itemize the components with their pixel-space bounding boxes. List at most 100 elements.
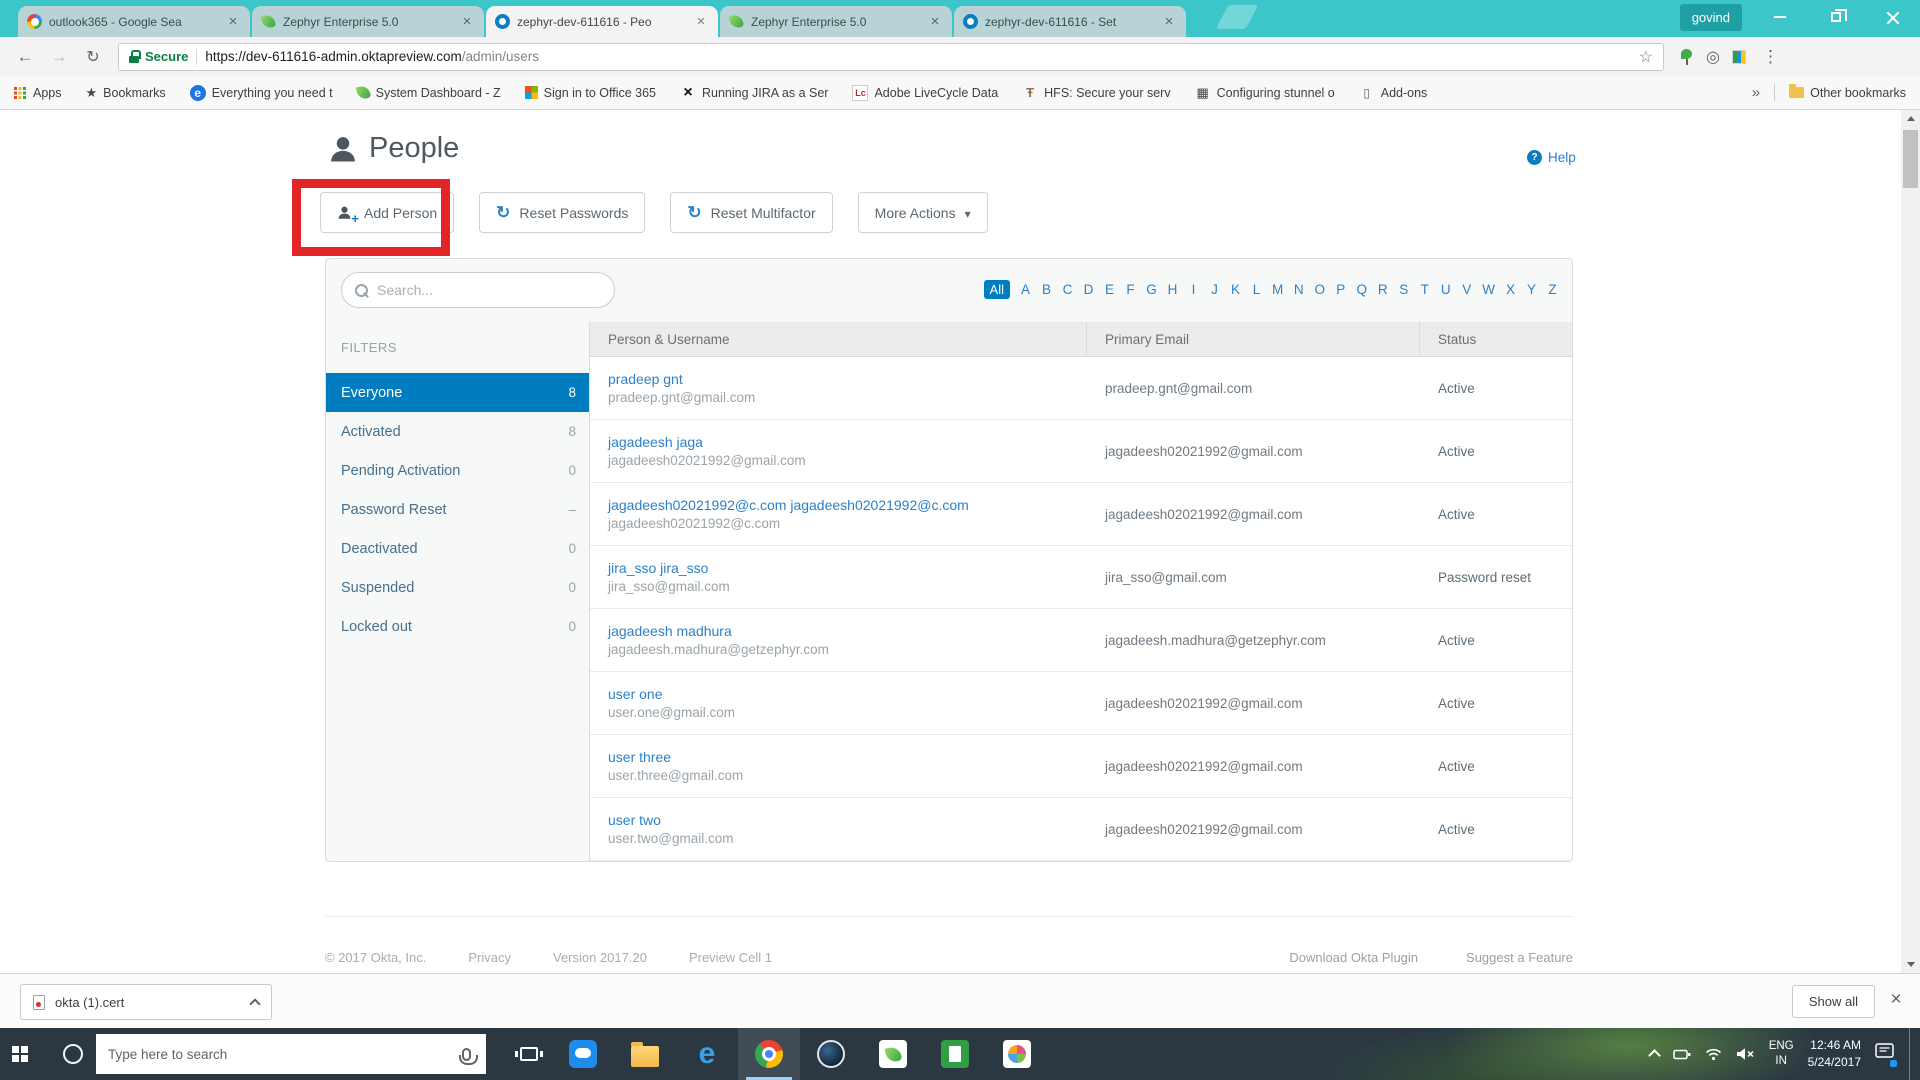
- alphabet-letter[interactable]: M: [1272, 282, 1283, 297]
- scroll-up-button[interactable]: [1901, 110, 1920, 127]
- back-button[interactable]: [10, 42, 40, 72]
- action-center-button[interactable]: [1875, 1043, 1895, 1065]
- person-name-link[interactable]: jagadeesh madhura: [608, 623, 732, 639]
- person-name-link[interactable]: jagadeesh jaga: [608, 434, 703, 450]
- zephyr-app-button[interactable]: [862, 1028, 924, 1080]
- bookmarks-shortcut[interactable]: Bookmarks: [86, 85, 166, 101]
- language-indicator[interactable]: ENG IN: [1769, 1039, 1794, 1069]
- tray-expand-icon[interactable]: [1648, 1049, 1661, 1062]
- bookmark-item[interactable]: Running JIRA as a Ser: [680, 85, 828, 101]
- filter-item[interactable]: Suspended 0: [326, 568, 589, 607]
- alphabet-letter[interactable]: Q: [1356, 282, 1367, 297]
- scroll-down-button[interactable]: [1901, 956, 1920, 973]
- alphabet-letter[interactable]: N: [1293, 282, 1304, 297]
- start-button[interactable]: [0, 1028, 48, 1080]
- forward-button[interactable]: [44, 42, 74, 72]
- download-item[interactable]: okta (1).cert: [20, 984, 272, 1020]
- green-doc-app-button[interactable]: [924, 1028, 986, 1080]
- shelf-close-icon[interactable]: [1884, 988, 1908, 1012]
- bookmark-item[interactable]: Add-ons: [1359, 85, 1428, 101]
- taskbar-clock[interactable]: 12:46 AM 5/24/2017: [1808, 1037, 1861, 1071]
- minimize-button[interactable]: [1752, 0, 1808, 34]
- alphabet-letter[interactable]: S: [1398, 282, 1409, 297]
- tab-close-icon[interactable]: [693, 14, 709, 30]
- page-scrollbar[interactable]: [1901, 110, 1920, 973]
- filter-item[interactable]: Locked out 0: [326, 607, 589, 646]
- alphabet-letter[interactable]: G: [1146, 282, 1157, 297]
- bookmark-item[interactable]: Sign in to Office 365: [525, 85, 656, 101]
- person-name-link[interactable]: jira_sso jira_sso: [608, 560, 708, 576]
- wifi-icon[interactable]: [1705, 1047, 1722, 1061]
- alphabet-letter[interactable]: X: [1505, 282, 1516, 297]
- scrollbar-thumb[interactable]: [1903, 130, 1918, 188]
- chevron-up-icon[interactable]: [249, 998, 260, 1009]
- cortana-button[interactable]: [50, 1028, 96, 1080]
- close-button[interactable]: [1864, 0, 1920, 34]
- taskbar-search-input[interactable]: [108, 1047, 454, 1062]
- new-tab-button[interactable]: [1216, 5, 1259, 29]
- browser-tab[interactable]: zephyr-dev-611616 - Peo: [486, 6, 718, 37]
- address-bar[interactable]: Secure https://dev-611616-admin.oktaprev…: [118, 43, 1664, 71]
- reload-button[interactable]: [78, 42, 108, 72]
- filter-item[interactable]: Pending Activation 0: [326, 451, 589, 490]
- alphabet-letter[interactable]: C: [1062, 282, 1073, 297]
- tab-close-icon[interactable]: [927, 14, 943, 30]
- taskbar-search-box[interactable]: [96, 1034, 486, 1074]
- alphabet-letter[interactable]: U: [1440, 282, 1451, 297]
- bookmark-item[interactable]: Configuring stunnel o: [1195, 85, 1335, 101]
- file-explorer-button[interactable]: [614, 1028, 676, 1080]
- edge-button[interactable]: e: [676, 1028, 738, 1080]
- person-name-link[interactable]: jagadeesh02021992@c.com jagadeesh0202199…: [608, 497, 969, 513]
- alphabet-letter[interactable]: A: [1020, 282, 1031, 297]
- browser-tab[interactable]: Zephyr Enterprise 5.0: [252, 6, 484, 37]
- volume-muted-icon[interactable]: [1736, 1047, 1755, 1061]
- browser-tab[interactable]: outlook365 - Google Sea: [18, 6, 250, 37]
- filter-item[interactable]: Deactivated 0: [326, 529, 589, 568]
- alphabet-letter[interactable]: I: [1188, 282, 1199, 297]
- task-view-button[interactable]: [506, 1028, 552, 1080]
- alphabet-letter[interactable]: P: [1335, 282, 1346, 297]
- bookmark-item[interactable]: HFS: Secure your serv: [1022, 85, 1170, 101]
- media-app-button[interactable]: [986, 1028, 1048, 1080]
- alphabet-letter[interactable]: F: [1125, 282, 1136, 297]
- tree-extension-icon[interactable]: [1680, 49, 1694, 65]
- filter-item[interactable]: Activated 8: [326, 412, 589, 451]
- more-actions-button[interactable]: More Actions: [858, 192, 988, 233]
- alphabet-letter[interactable]: Z: [1547, 282, 1558, 297]
- secure-chip[interactable]: Secure: [129, 49, 188, 64]
- messaging-app-button[interactable]: [552, 1028, 614, 1080]
- microphone-icon[interactable]: [462, 1048, 471, 1061]
- person-name-link[interactable]: user two: [608, 812, 661, 828]
- footer-privacy-link[interactable]: Privacy: [468, 950, 511, 965]
- download-okta-plugin-link[interactable]: Download Okta Plugin: [1289, 950, 1418, 965]
- search-box[interactable]: [341, 272, 615, 308]
- alphabet-letter[interactable]: K: [1230, 282, 1241, 297]
- alphabet-letter[interactable]: D: [1083, 282, 1094, 297]
- bookmark-item[interactable]: Adobe LiveCycle Data: [852, 85, 998, 101]
- alphabet-letter[interactable]: E: [1104, 282, 1115, 297]
- suggest-a-feature-link[interactable]: Suggest a Feature: [1466, 950, 1573, 965]
- browser-profile-badge[interactable]: govind: [1680, 4, 1742, 31]
- alphabet-letter[interactable]: H: [1167, 282, 1178, 297]
- alphabet-letter[interactable]: J: [1209, 282, 1220, 297]
- alphabet-all[interactable]: All: [984, 280, 1010, 299]
- bookmarks-overflow-chevron[interactable]: »: [1752, 84, 1760, 101]
- browser-tab[interactable]: zephyr-dev-611616 - Set: [954, 6, 1186, 37]
- reset-passwords-button[interactable]: Reset Passwords: [479, 192, 645, 233]
- alphabet-letter[interactable]: O: [1314, 282, 1325, 297]
- browser-menu-icon[interactable]: [1762, 47, 1779, 67]
- restore-button[interactable]: [1808, 0, 1864, 34]
- alphabet-letter[interactable]: W: [1482, 282, 1495, 297]
- search-input[interactable]: [377, 282, 602, 298]
- bookmark-item[interactable]: System Dashboard - Z: [357, 85, 501, 101]
- person-name-link[interactable]: user one: [608, 686, 662, 702]
- bookmark-star-icon[interactable]: [1639, 47, 1653, 67]
- other-bookmarks[interactable]: Other bookmarks: [1789, 86, 1906, 100]
- alphabet-letter[interactable]: B: [1041, 282, 1052, 297]
- browser-tab[interactable]: Zephyr Enterprise 5.0: [720, 6, 952, 37]
- tab-close-icon[interactable]: [459, 14, 475, 30]
- bookmark-item[interactable]: Everything you need t: [190, 85, 333, 101]
- help-link[interactable]: Help: [1527, 150, 1576, 165]
- chart-extension-icon[interactable]: [1732, 50, 1746, 64]
- filter-item[interactable]: Password Reset –: [326, 490, 589, 529]
